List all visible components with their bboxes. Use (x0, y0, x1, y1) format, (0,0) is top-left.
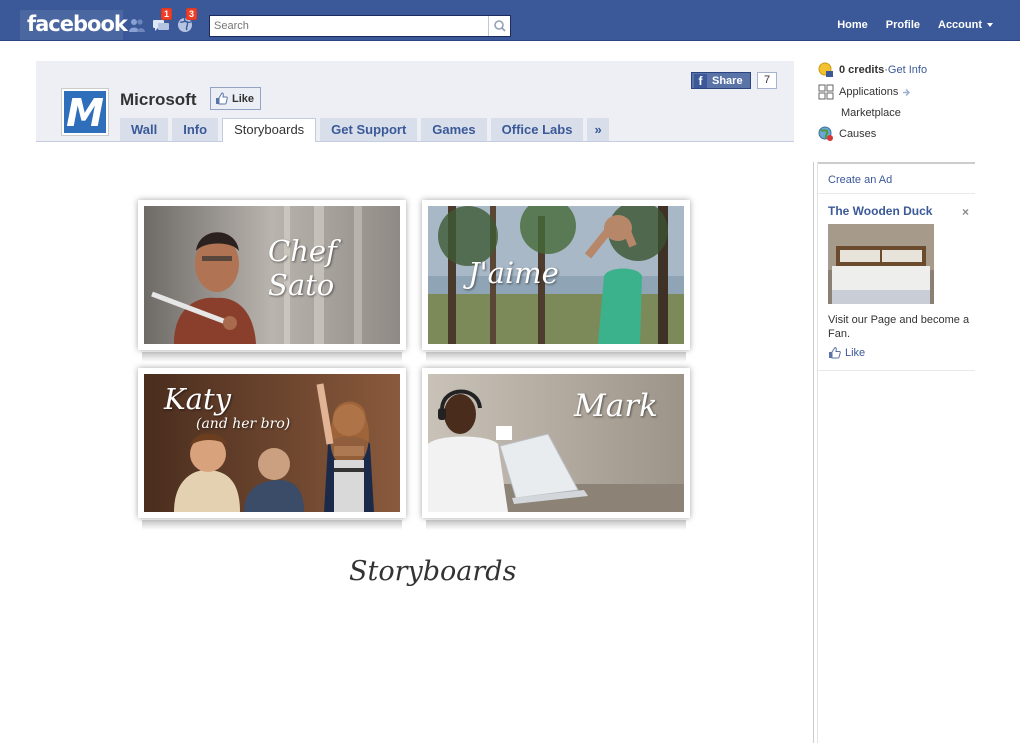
nav-account-menu[interactable]: Account (929, 14, 1002, 38)
messages-icon[interactable]: 1 (152, 8, 173, 33)
nav-account-label: Account (938, 19, 982, 31)
page-header: M Microsoft Like f Share 7 Wall Info Sto… (36, 61, 794, 142)
search-input[interactable] (210, 16, 485, 36)
thumbs-up-icon (829, 347, 841, 359)
credits-item: 0 credits · Get Info (818, 62, 927, 78)
share-count: 7 (757, 72, 777, 89)
messages-badge: 1 (161, 8, 173, 20)
jaime-photo: J'aime (428, 206, 684, 344)
storyboards-caption: Storyboards (349, 556, 517, 587)
tab-get-support[interactable]: Get Support (320, 118, 418, 141)
page-avatar[interactable]: M (61, 88, 109, 136)
chef-sato-photo: Chef Sato (144, 206, 400, 344)
marketplace-item[interactable]: Marketplace (841, 107, 901, 119)
like-page-button[interactable]: Like (210, 87, 262, 110)
top-bar: facebook 1 3 Home Profile Account (0, 0, 1020, 41)
mark-photo: Mark (428, 374, 684, 512)
tab-games[interactable]: Games (421, 118, 487, 141)
search-box (209, 15, 511, 37)
notifications-badge: 3 (186, 8, 198, 20)
applications-item[interactable]: Applications (818, 84, 917, 100)
jaime-title: J'aime (468, 256, 559, 290)
tab-wall[interactable]: Wall (120, 118, 169, 141)
facebook-logo[interactable]: facebook (20, 10, 128, 40)
storyboard-card-chef-sato[interactable]: Chef Sato (138, 200, 406, 362)
causes-globe-icon (818, 126, 833, 141)
share-button-label: Share (712, 74, 743, 87)
ad-title[interactable]: The Wooden Duck (828, 204, 932, 218)
ad-body-text: Visit our Page and become a Fan. (828, 314, 970, 340)
arrow-right-icon (903, 88, 911, 96)
close-icon[interactable]: × (962, 205, 969, 219)
marketplace-label: Marketplace (841, 107, 901, 119)
nav-home-link[interactable]: Home (828, 14, 877, 38)
causes-label: Causes (839, 128, 877, 140)
ad-like-button[interactable]: Like (828, 347, 865, 359)
ad-panel: Create an Ad The Wooden Duck × Visit our… (818, 162, 975, 371)
storyboard-card-katy[interactable]: Katy (and her bro) (138, 368, 406, 530)
tab-office-labs[interactable]: Office Labs (490, 118, 584, 141)
applications-icon (818, 84, 834, 100)
facebook-f-icon: f (694, 73, 707, 88)
storyboard-card-mark[interactable]: Mark (422, 368, 690, 530)
page-title[interactable]: Microsoft (120, 90, 197, 110)
ad-like-label: Like (845, 347, 866, 359)
thumbs-up-icon (216, 92, 228, 105)
causes-item[interactable]: Causes (818, 126, 876, 142)
chevron-down-icon (987, 23, 993, 28)
friend-requests-icon[interactable] (128, 17, 146, 33)
tab-storyboards[interactable]: Storyboards (222, 118, 317, 142)
katy-subtitle: (and her bro) (196, 416, 291, 432)
credits-coin-icon (818, 62, 833, 77)
mark-title: Mark (574, 388, 658, 424)
katy-photo: Katy (and her bro) (144, 374, 400, 512)
create-ad-link[interactable]: Create an Ad (818, 171, 975, 194)
chef-sato-title: Chef Sato (268, 234, 337, 302)
page-tabs: Wall Info Storyboards Get Support Games … (120, 118, 613, 142)
get-info-link[interactable]: Get Info (888, 64, 927, 76)
right-sidebar: 0 credits · Get Info Applications Market… (812, 41, 1020, 743)
storyboard-card-jaime[interactable]: J'aime (422, 200, 690, 362)
microsoft-logo: M (64, 91, 106, 135)
search-icon (494, 20, 506, 32)
katy-title: Katy (164, 382, 231, 416)
search-button[interactable] (488, 16, 510, 36)
storyboards-canvas: Chef Sato J'aime Katy (and her bro) Mark… (36, 142, 794, 743)
tab-info[interactable]: Info (172, 118, 219, 141)
credits-count: 0 credits (839, 64, 885, 76)
notifications-globe-icon[interactable]: 3 (177, 8, 198, 33)
applications-label: Applications (839, 86, 899, 98)
ad-image[interactable] (828, 224, 934, 304)
top-nav: Home Profile Account (828, 14, 1002, 38)
share-button[interactable]: f Share (691, 72, 751, 89)
like-button-label: Like (232, 92, 255, 105)
more-tabs-button[interactable]: » (587, 118, 609, 141)
nav-profile-link[interactable]: Profile (877, 14, 929, 38)
